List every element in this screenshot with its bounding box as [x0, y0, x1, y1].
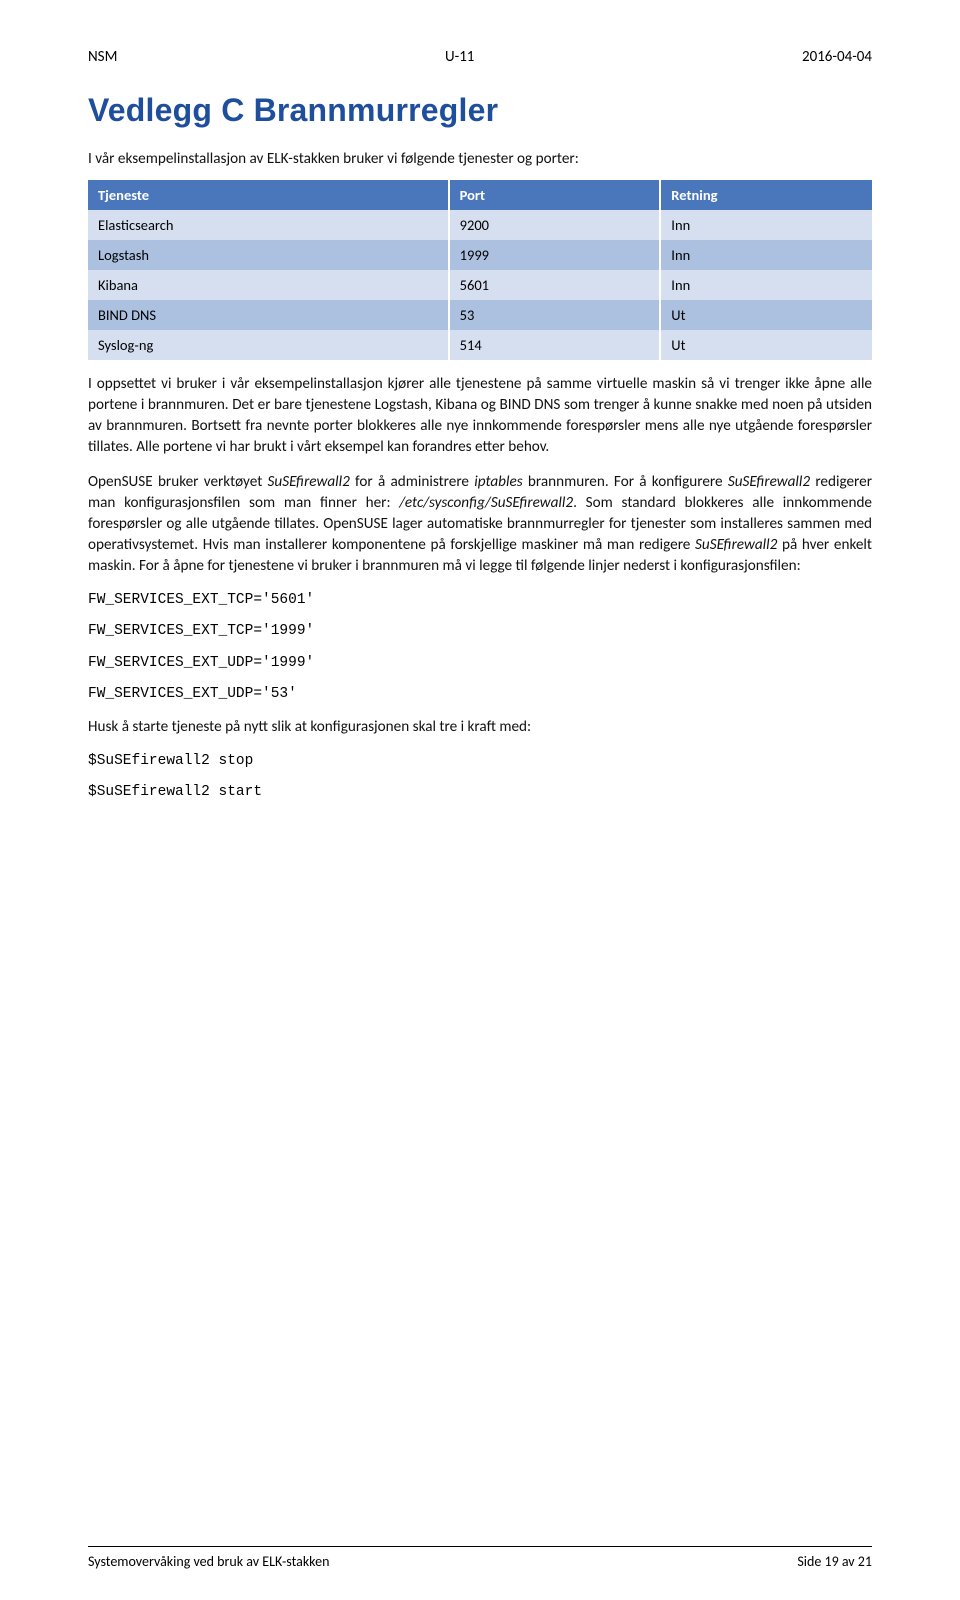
cell-service: Elasticsearch	[88, 210, 449, 240]
cell-direction: Inn	[660, 270, 872, 300]
cell-direction: Ut	[660, 300, 872, 330]
config-line-1: FW_SERVICES_EXT_TCP='5601'	[88, 591, 872, 611]
page-title: Vedlegg C Brannmurregler	[88, 92, 872, 129]
footer-left: Systemovervåking ved bruk av ELK-stakken	[88, 1553, 329, 1570]
cell-port: 53	[449, 300, 661, 330]
cell-direction: Inn	[660, 210, 872, 240]
command-line-1: $SuSEfirewall2 stop	[88, 752, 872, 772]
config-line-2: FW_SERVICES_EXT_TCP='1999'	[88, 622, 872, 642]
cell-service: Syslog-ng	[88, 330, 449, 360]
page-header: NSM U-11 2016-04-04	[88, 48, 872, 66]
table-row: Elasticsearch 9200 Inn	[88, 210, 872, 240]
p2-emph: /etc/sysconfig/SuSEfirewall2	[399, 494, 573, 512]
cell-port: 514	[449, 330, 661, 360]
cell-direction: Inn	[660, 240, 872, 270]
table-header-row: Tjeneste Port Retning	[88, 180, 872, 210]
cell-service: Logstash	[88, 240, 449, 270]
table-header-service: Tjeneste	[88, 180, 449, 210]
cell-direction: Ut	[660, 330, 872, 360]
p2-emph: SuSEfirewall2	[268, 473, 350, 491]
p2-emph: iptables	[474, 473, 522, 491]
cell-port: 9200	[449, 210, 661, 240]
table-header-port: Port	[449, 180, 661, 210]
table-row: Syslog-ng 514 Ut	[88, 330, 872, 360]
p2-span: OpenSUSE bruker verktøyet	[88, 473, 268, 491]
p2-emph: SuSEfirewall2	[695, 536, 777, 554]
table-row: Logstash 1999 Inn	[88, 240, 872, 270]
header-left: NSM	[88, 48, 117, 66]
header-right: 2016-04-04	[802, 48, 872, 66]
table-row: BIND DNS 53 Ut	[88, 300, 872, 330]
paragraph-1: I oppsettet vi bruker i vår eksempelinst…	[88, 374, 872, 458]
cell-port: 1999	[449, 240, 661, 270]
page-footer: Systemovervåking ved bruk av ELK-stakken…	[88, 1546, 872, 1570]
cell-service: Kibana	[88, 270, 449, 300]
table-header-direction: Retning	[660, 180, 872, 210]
command-line-2: $SuSEfirewall2 start	[88, 783, 872, 803]
paragraph-3: Husk å starte tjeneste på nytt slik at k…	[88, 717, 872, 738]
cell-port: 5601	[449, 270, 661, 300]
header-center: U-11	[445, 48, 474, 66]
table-row: Kibana 5601 Inn	[88, 270, 872, 300]
config-line-4: FW_SERVICES_EXT_UDP='53'	[88, 685, 872, 705]
paragraph-2: OpenSUSE bruker verktøyet SuSEfirewall2 …	[88, 472, 872, 577]
p2-span: brannmuren. For å konfigurere	[523, 473, 728, 491]
intro-paragraph: I vår eksempelinstallasjon av ELK-stakke…	[88, 149, 872, 170]
page-content: Vedlegg C Brannmurregler I vår eksempeli…	[88, 92, 872, 1546]
document-page: NSM U-11 2016-04-04 Vedlegg C Brannmurre…	[0, 0, 960, 1600]
services-ports-table: Tjeneste Port Retning Elasticsearch 9200…	[88, 180, 872, 360]
p2-span: for å administrere	[350, 473, 474, 491]
p2-emph: SuSEfirewall2	[728, 473, 810, 491]
footer-right: Side 19 av 21	[797, 1553, 872, 1570]
config-line-3: FW_SERVICES_EXT_UDP='1999'	[88, 654, 872, 674]
cell-service: BIND DNS	[88, 300, 449, 330]
